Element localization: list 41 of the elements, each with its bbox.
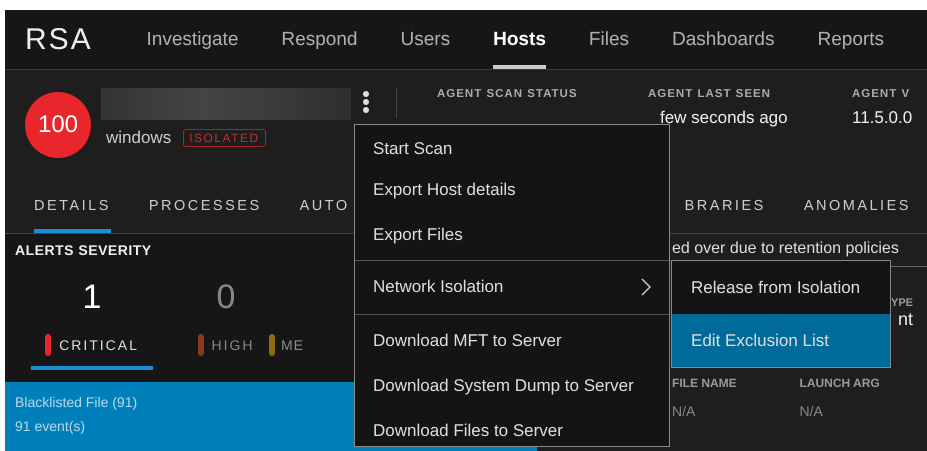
agent-info-label: AGENT SCAN STATUS (437, 88, 579, 100)
severity-tab[interactable]: HIGH (184, 326, 268, 370)
nav-tab[interactable]: Reports (817, 10, 884, 69)
menu-item[interactable]: Network Isolation (355, 265, 669, 310)
table-cell-text: N/A (672, 403, 696, 419)
isolated-status-tag: ISOLATED (183, 129, 266, 147)
nav-tab[interactable]: Respond (281, 10, 358, 69)
severity-count: 1 (82, 278, 102, 318)
submenu-item[interactable]: Release from Isolation (672, 261, 890, 314)
submenu-item[interactable]: Edit Exclusion List (672, 314, 890, 367)
table-cell-text: N/A (800, 403, 824, 419)
section-tab[interactable]: AUTO (300, 178, 350, 233)
os-label: windows (106, 128, 172, 148)
agent-info-label: AGENT LAST SEEN (648, 88, 772, 100)
section-tab[interactable]: BRARIES (684, 178, 766, 233)
detail-value: nt (898, 308, 913, 330)
nav-tab[interactable]: Files (588, 10, 630, 69)
section-tab[interactable]: ANOMALIES (804, 178, 911, 233)
nav-tab[interactable]: Hosts (493, 10, 546, 69)
risk-score-badge: 100 (25, 92, 91, 158)
agent-info-label: AGENT V (852, 88, 912, 100)
severity-count: 0 (216, 278, 236, 318)
detail-label: YPE (890, 296, 913, 308)
column-header: LAUNCH ARG (800, 376, 881, 390)
retention-notice-text: ed over due to retention policies (672, 239, 900, 258)
agent-info-value: few seconds ago (660, 108, 789, 128)
nav-tab[interactable]: Investigate (146, 10, 238, 69)
panel-title: ALERTS SEVERITY (14, 241, 153, 260)
menu-item[interactable]: Export Host details (355, 170, 669, 211)
more-options-icon[interactable] (362, 90, 370, 114)
severity-tab[interactable]: ME (269, 326, 318, 370)
brand-logo: RSA (24, 22, 94, 58)
agent-info-value: 11.5.0.0 (852, 108, 912, 128)
severity-tab[interactable]: CRITICAL (31, 326, 153, 370)
nav-tab[interactable]: Users (400, 10, 450, 69)
section-tab[interactable]: PROCESSES (148, 178, 262, 233)
menu-item[interactable]: Download MFT to Server (355, 319, 669, 364)
column-header: FILE NAME (672, 376, 738, 390)
nav-tab[interactable]: Dashboards (672, 10, 774, 69)
menu-item[interactable]: Start Scan (355, 129, 669, 170)
menu-item[interactable]: Export Files (355, 215, 669, 256)
